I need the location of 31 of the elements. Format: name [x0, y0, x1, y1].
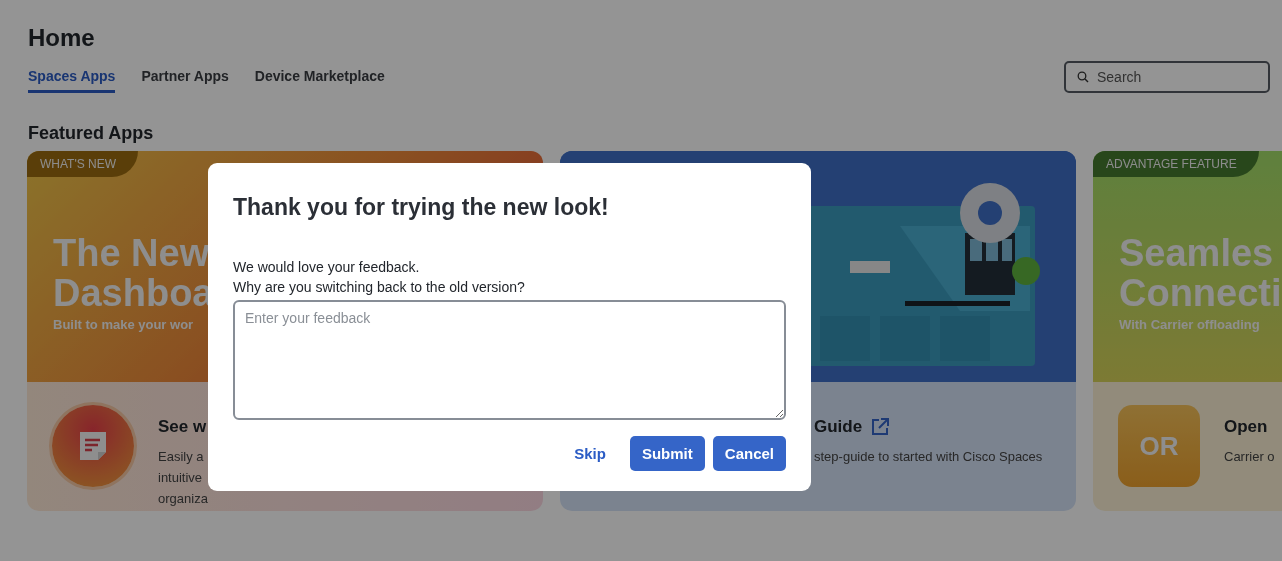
- dialog-button[interactable]: Cancel: [712, 436, 786, 471]
- card-badge: ADVANTAGE FEATURE: [1093, 151, 1259, 177]
- search-field[interactable]: Search: [1064, 60, 1270, 93]
- page-title: Home: [28, 24, 96, 52]
- skip-link[interactable]: Skip: [566, 436, 614, 471]
- card-description: Easily a: [158, 448, 204, 466]
- card-badge: WHAT'S NEW: [27, 151, 139, 177]
- card-headline: Seamles: [1119, 233, 1274, 273]
- dialog-text: Why are you switching back to the old version?: [233, 278, 525, 297]
- card-description: organiza: [158, 490, 208, 508]
- tab[interactable]: Spaces Apps: [28, 60, 116, 93]
- tab[interactable]: Device Marketplace: [254, 60, 385, 93]
- section-title: Featured Apps: [28, 122, 155, 144]
- feedback-field[interactable]: Enter your feedback: [233, 300, 786, 420]
- card-title: Open: [1224, 417, 1268, 437]
- card-headline: Connecti: [1119, 273, 1282, 313]
- card-headline: The New: [53, 233, 210, 273]
- external-link-icon[interactable]: [870, 417, 891, 437]
- card-subtitle: Built to make your wor: [53, 317, 194, 332]
- dialog-text: We would love your feedback.: [233, 258, 420, 277]
- card-description: Carrier o: [1224, 448, 1275, 466]
- card-description: step-guide to started with Cisco Spaces: [814, 448, 1043, 466]
- card-title: See w: [158, 417, 207, 437]
- dialog-button[interactable]: Submit: [629, 436, 705, 471]
- card-description: intuitive: [158, 469, 203, 487]
- tab[interactable]: Partner Apps: [141, 60, 229, 93]
- card-subtitle: With Carrier offloading: [1119, 317, 1260, 332]
- note-icon: [52, 405, 134, 487]
- card-headline: Dashboa: [53, 273, 214, 313]
- app-logo: OR: [1118, 405, 1200, 487]
- card-title: Guide: [814, 417, 863, 437]
